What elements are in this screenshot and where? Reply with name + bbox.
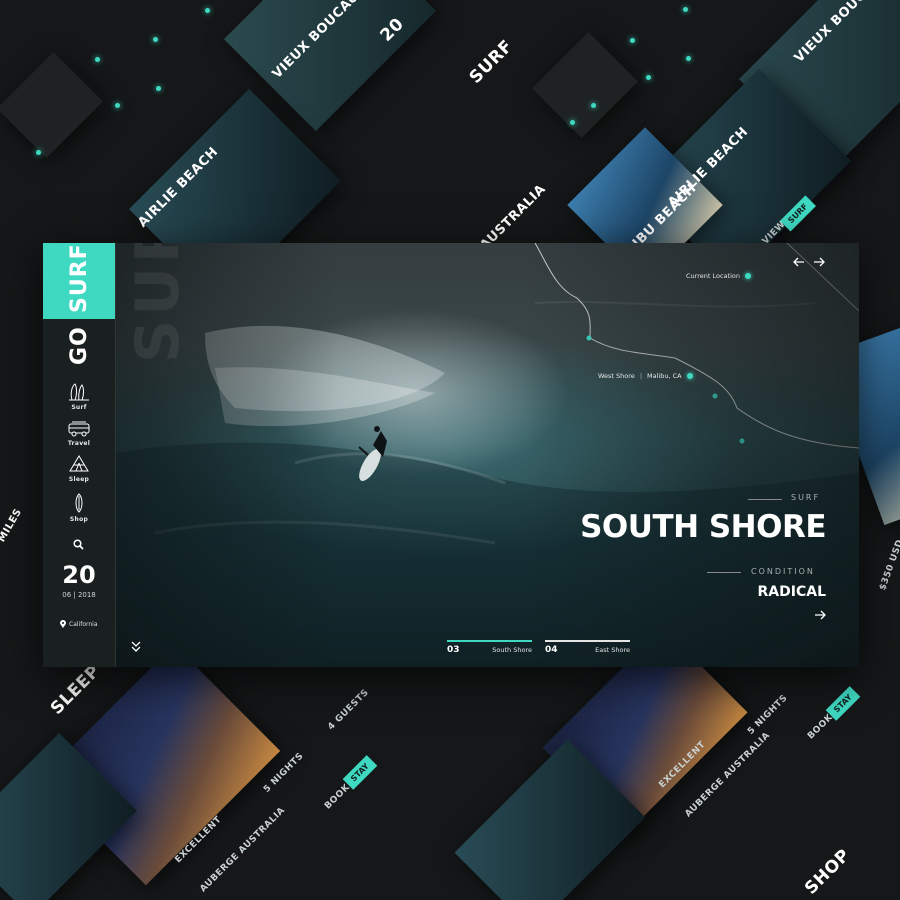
- scroll-down-icon[interactable]: [131, 641, 141, 653]
- logo-word-surf: SURF: [67, 243, 92, 313]
- van-icon: [68, 421, 90, 437]
- ghost-brand-text: SURF: [123, 243, 193, 363]
- bg-map-dot: [630, 38, 635, 43]
- date-day: 20: [62, 561, 96, 589]
- category-divider: [748, 499, 782, 500]
- sidebar: SURF GO Surf Travel Sleep Shop 20 06 | 2…: [43, 243, 116, 667]
- prev-arrow-icon[interactable]: [793, 257, 805, 267]
- hero-image: [115, 243, 859, 667]
- bg-map-dot: [36, 150, 41, 155]
- spot-title: SOUTH SHORE: [580, 509, 826, 545]
- slide-name: East Shore: [595, 646, 630, 654]
- map-current-location[interactable]: Current Location: [686, 272, 751, 280]
- tent-icon: [69, 455, 89, 472]
- bg-text-book-2: BOOK: [806, 712, 836, 742]
- map-spot-west-shore[interactable]: West Shore | Malibu, CA: [598, 372, 693, 380]
- spot-category: SURF: [791, 493, 821, 502]
- spot-name-label: West Shore: [598, 372, 635, 380]
- surfboard-icon: [69, 383, 89, 401]
- bg-card-stats-2: [531, 31, 639, 139]
- nav-item-shop[interactable]: Shop: [43, 493, 115, 523]
- bg-text-shop: SHOP: [801, 845, 855, 899]
- slide-indicator-south-shore[interactable]: 03 South Shore: [447, 640, 532, 662]
- next-arrow-icon[interactable]: [813, 257, 825, 267]
- nav-label-sleep: Sleep: [68, 476, 90, 483]
- search-icon[interactable]: [73, 539, 84, 550]
- location-pin-icon: [60, 620, 66, 628]
- bg-card-stats: [0, 51, 104, 159]
- slide-bar: [545, 640, 630, 642]
- current-location-pin: [744, 273, 751, 279]
- bg-stay-button-2: STAY: [825, 686, 861, 721]
- board-shop-icon: [75, 493, 83, 513]
- nav-label-surf: Surf: [71, 404, 87, 411]
- bg-map-dot: [686, 56, 691, 61]
- bg-text-surf: SURF: [465, 36, 518, 88]
- bg-map-dot: [570, 120, 575, 125]
- bg-text-nights-2: 5 NIGHTS: [746, 693, 790, 737]
- slide-number: 03: [447, 645, 460, 655]
- bg-map-dot: [95, 57, 100, 62]
- bg-stay-button: STAY: [342, 755, 378, 790]
- bg-text-miles: MILES: [0, 506, 25, 545]
- location-label: California: [69, 620, 98, 628]
- bg-map-dot: [153, 37, 158, 42]
- location: California: [60, 620, 98, 628]
- date-month-year: 06 | 2018: [62, 591, 96, 599]
- bg-map-dot: [646, 75, 651, 80]
- bg-text-price: $350 USD: [877, 538, 900, 592]
- spot-place-label: Malibu, CA: [647, 372, 682, 380]
- nav-item-travel[interactable]: Travel: [43, 421, 115, 447]
- bg-text-guests: 4 GUESTS: [326, 687, 372, 733]
- spot-divider: |: [639, 372, 643, 380]
- bg-text-sleep: SLEEP: [46, 661, 105, 719]
- condition-divider: [707, 572, 741, 573]
- nav-item-surf[interactable]: Surf: [43, 383, 115, 411]
- brand-logo[interactable]: SURF: [43, 243, 115, 319]
- bg-map-dot: [683, 7, 688, 12]
- bg-map-dot: [156, 86, 161, 91]
- slide-indicator-east-shore[interactable]: 04 East Shore: [545, 640, 630, 662]
- nav-item-sleep[interactable]: Sleep: [43, 453, 115, 483]
- logo-word-go: GO: [67, 326, 92, 365]
- slide-number: 04: [545, 645, 558, 655]
- current-location-label: Current Location: [686, 272, 740, 280]
- spot-pin: [686, 373, 693, 379]
- detail-arrow-icon[interactable]: [814, 610, 826, 620]
- condition-value: RADICAL: [757, 584, 826, 600]
- condition-label: CONDITION: [751, 567, 815, 576]
- bg-map-dot: [205, 8, 210, 13]
- main-window: SURF SURF GO Surf Travel Sleep Shop 20 0…: [43, 243, 859, 667]
- slide-bar: [447, 640, 532, 642]
- nav-label-shop: Shop: [69, 516, 89, 523]
- bg-text-book: BOOK: [323, 782, 353, 812]
- nav-label-travel: Travel: [67, 440, 91, 447]
- hero-vignette: [115, 243, 859, 667]
- bg-map-dot: [115, 103, 120, 108]
- bg-map-dot: [591, 103, 596, 108]
- slide-name: South Shore: [492, 646, 532, 654]
